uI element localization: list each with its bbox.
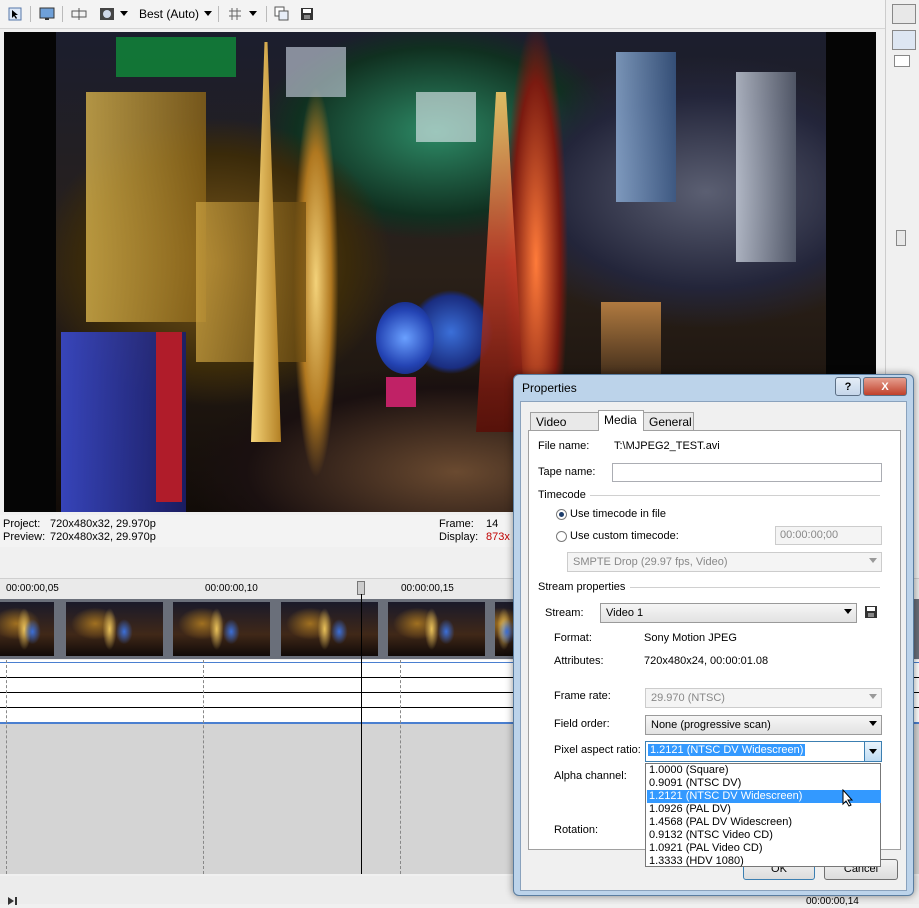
- preview-value: 720x480x32, 29.970p: [50, 531, 156, 543]
- dialog-title: Properties: [522, 381, 577, 395]
- attributes-value: 720x480x24, 00:00:01.08: [644, 655, 769, 667]
- preview-quality-select[interactable]: Best (Auto): [139, 7, 199, 21]
- preview-properties-icon[interactable]: [6, 5, 24, 23]
- field-order-value: None (progressive scan): [651, 719, 771, 731]
- tape-name-label: Tape name:: [538, 466, 596, 478]
- save-snapshot-icon[interactable]: [298, 5, 316, 23]
- overlays-dropdown-icon[interactable]: [118, 5, 130, 23]
- project-label: Project:: [3, 518, 41, 530]
- copy-snapshot-icon[interactable]: [273, 5, 291, 23]
- display-label: Display:: [439, 531, 479, 543]
- preview-label: Preview:: [3, 531, 46, 543]
- overlays-icon[interactable]: [98, 5, 116, 23]
- stream-label: Stream:: [545, 607, 584, 619]
- dropdown-option[interactable]: 1.0000 (Square): [647, 764, 881, 777]
- chevron-down-icon: [844, 609, 852, 614]
- dropdown-option[interactable]: 0.9132 (NTSC Video CD): [647, 829, 881, 842]
- thumbnail: [388, 602, 485, 656]
- toolbar-separator: [62, 6, 63, 22]
- grid-marker: [400, 660, 401, 874]
- tape-name-input[interactable]: [612, 463, 882, 482]
- dropdown-option[interactable]: 1.0921 (PAL Video CD): [647, 842, 881, 855]
- cursor-time: 00:00:00,14: [806, 896, 859, 907]
- panel-button-icon[interactable]: [894, 55, 910, 67]
- tab-media[interactable]: Media: [598, 410, 644, 431]
- group-divider: [590, 495, 880, 496]
- dropdown-option[interactable]: 1.3333 (HDV 1080): [647, 855, 881, 868]
- pixel-aspect-ratio-label: Pixel aspect ratio:: [554, 744, 641, 756]
- chevron-down-icon: [869, 558, 877, 563]
- grid-icon[interactable]: [226, 5, 244, 23]
- grid-marker: [6, 660, 7, 874]
- chevron-down-icon: [869, 694, 877, 699]
- dropdown-button[interactable]: [864, 742, 881, 761]
- grid-dropdown-icon[interactable]: [247, 5, 259, 23]
- alpha-channel-label: Alpha channel:: [554, 770, 627, 782]
- group-divider: [630, 587, 880, 588]
- help-button[interactable]: ?: [835, 377, 861, 396]
- chevron-down-icon: [869, 749, 877, 754]
- preview-toolbar: Best (Auto): [0, 0, 885, 29]
- close-icon: X: [881, 380, 889, 393]
- use-custom-timecode-radio[interactable]: [556, 531, 567, 542]
- split-screen-icon[interactable]: [70, 5, 88, 23]
- frame-label: Frame:: [439, 518, 474, 530]
- frame-rate-value: 29.970 (NTSC): [651, 692, 725, 704]
- external-monitor-icon[interactable]: [38, 5, 56, 23]
- pixel-aspect-ratio-select[interactable]: 1.2121 (NTSC DV Widescreen): [645, 741, 882, 762]
- close-button[interactable]: X: [863, 377, 907, 396]
- file-name-value: T:\MJPEG2_TEST.avi: [614, 440, 720, 452]
- ruler-tick-label: 00:00:00,10: [205, 583, 258, 594]
- playhead-handle-icon[interactable]: [357, 581, 365, 595]
- quality-dropdown-icon[interactable]: [202, 5, 214, 23]
- go-to-end-icon[interactable]: [8, 896, 18, 908]
- toolbar-separator: [266, 6, 267, 22]
- ruler-tick-label: 00:00:00,05: [6, 583, 59, 594]
- stream-value: Video 1: [606, 607, 644, 619]
- chevron-down-icon: [869, 721, 877, 726]
- frame-rate-select[interactable]: 29.970 (NTSC): [645, 688, 882, 708]
- field-order-select[interactable]: None (progressive scan): [645, 715, 882, 735]
- custom-timecode-input[interactable]: 00:00:00;00: [775, 526, 882, 545]
- tab-general[interactable]: General: [643, 412, 694, 430]
- mouse-cursor-icon: [842, 788, 854, 810]
- format-value: Sony Motion JPEG: [644, 632, 737, 644]
- stream-group-label: Stream properties: [538, 581, 626, 593]
- format-label: Format:: [554, 632, 592, 644]
- attributes-label: Attributes:: [554, 655, 604, 667]
- use-timecode-label: Use timecode in file: [570, 508, 666, 520]
- pixel-aspect-ratio-dropdown-list: 1.0000 (Square) 0.9091 (NTSC DV) 1.2121 …: [645, 763, 881, 867]
- timecode-group-label: Timecode: [538, 489, 586, 501]
- thumbnail: [0, 602, 54, 656]
- panel-button-icon[interactable]: [892, 4, 916, 24]
- dropdown-option[interactable]: 1.4568 (PAL DV Widescreen): [647, 816, 881, 829]
- help-icon: ?: [844, 380, 852, 393]
- splitter-handle-icon[interactable]: [896, 230, 906, 246]
- display-value: 873x: [486, 531, 510, 543]
- file-name-label: File name:: [538, 440, 590, 452]
- timecode-format-value: SMPTE Drop (29.97 fps, Video): [573, 556, 728, 568]
- frame-rate-label: Frame rate:: [554, 690, 611, 702]
- tab-video-event[interactable]: Video Event: [530, 412, 599, 443]
- playhead-cursor[interactable]: [361, 594, 362, 874]
- pixel-aspect-ratio-value: 1.2121 (NTSC DV Widescreen): [648, 744, 806, 756]
- use-custom-timecode-label: Use custom timecode:: [570, 530, 679, 542]
- panel-button-icon[interactable]: [892, 30, 916, 50]
- toolbar-separator: [218, 6, 219, 22]
- timecode-format-select[interactable]: SMPTE Drop (29.97 fps, Video): [567, 552, 882, 572]
- use-timecode-radio[interactable]: [556, 509, 567, 520]
- project-value: 720x480x32, 29.970p: [50, 518, 156, 530]
- stream-select[interactable]: Video 1: [600, 603, 857, 623]
- thumbnail: [281, 602, 378, 656]
- rotation-label: Rotation:: [554, 824, 599, 836]
- ruler-tick-label: 00:00:00,15: [401, 583, 454, 594]
- frame-value: 14: [486, 518, 499, 530]
- save-stream-icon[interactable]: [864, 605, 878, 622]
- grid-marker: [203, 660, 204, 874]
- field-order-label: Field order:: [554, 718, 610, 730]
- thumbnail: [66, 602, 163, 656]
- thumbnail: [173, 602, 270, 656]
- toolbar-separator: [30, 6, 31, 22]
- thumbnail: [495, 602, 515, 656]
